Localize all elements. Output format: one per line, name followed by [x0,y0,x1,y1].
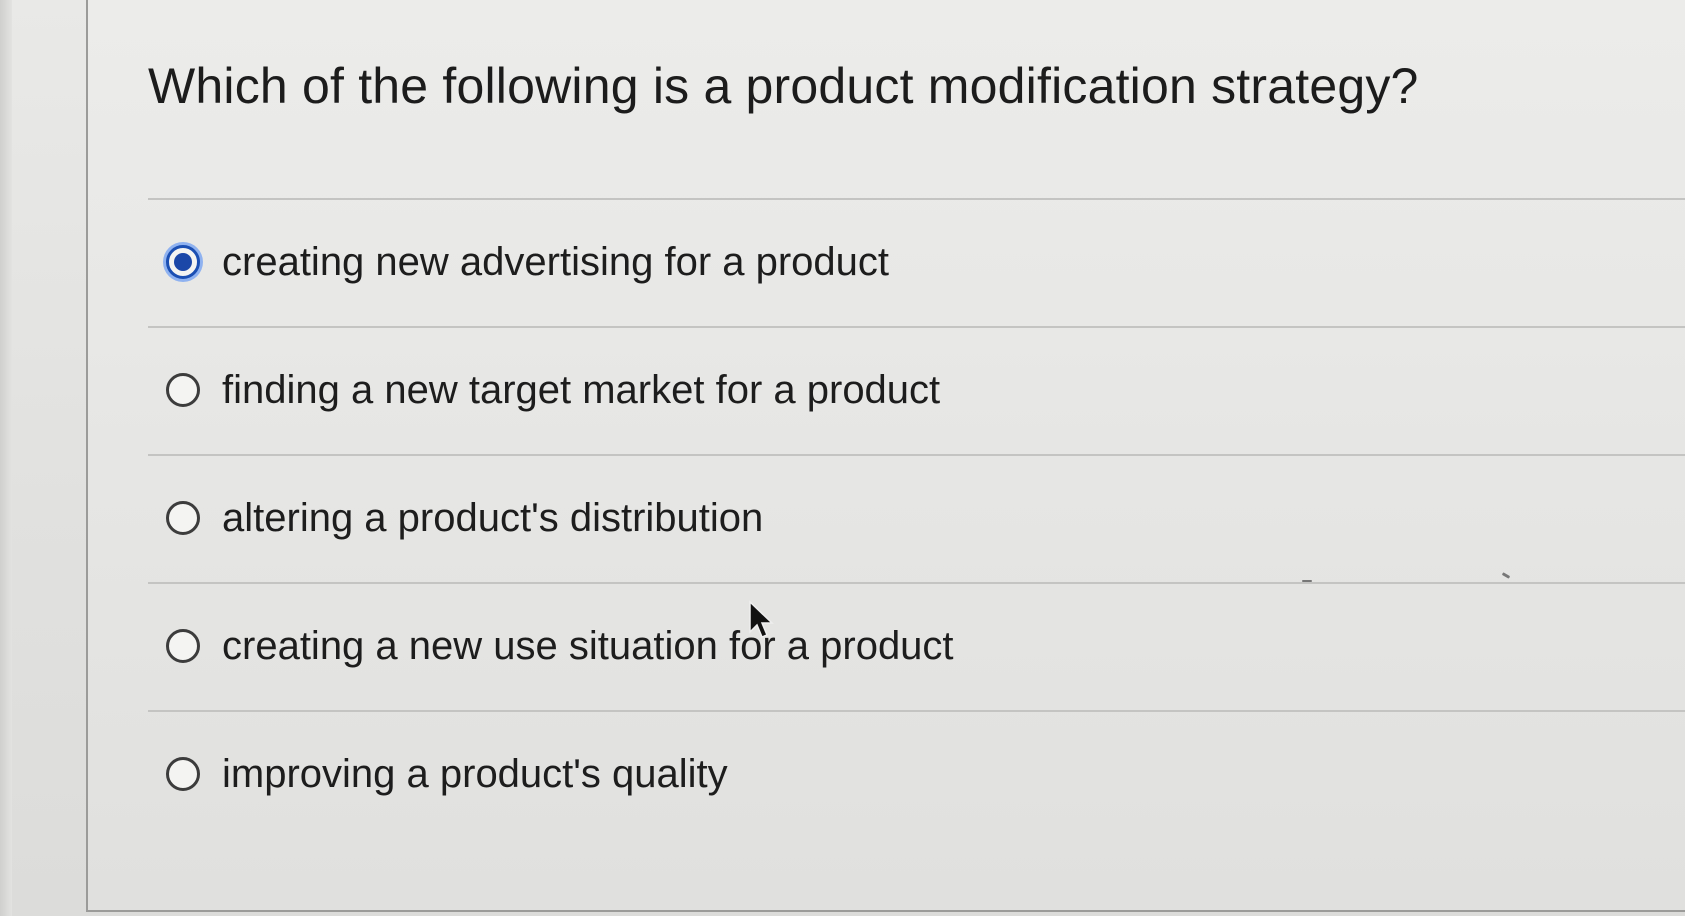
radio-button[interactable] [166,629,200,663]
answer-option-label: creating a new use situation for a produ… [222,624,954,668]
answer-option-1[interactable]: creating new advertising for a product [148,198,1685,326]
answer-option-3[interactable]: altering a product's distribution [148,454,1685,582]
answer-option-label: finding a new target market for a produc… [222,368,941,412]
radio-button[interactable] [166,501,200,535]
answer-option-label: improving a product's quality [222,752,728,796]
question-text: Which of the following is a product modi… [148,58,1419,114]
screen-speck [1302,580,1312,582]
mouse-pointer-icon [749,600,774,638]
screen-background: Which of the following is a product modi… [0,0,1685,916]
answer-option-label: creating new advertising for a product [222,240,890,284]
radio-button[interactable] [166,373,200,407]
answer-option-4[interactable]: creating a new use situation for a produ… [148,582,1685,710]
answer-options: creating new advertising for a product f… [148,198,1685,838]
answer-option-label: altering a product's distribution [222,496,764,540]
answer-option-5[interactable]: improving a product's quality [148,710,1685,838]
radio-button-selected[interactable] [166,245,200,279]
radio-button[interactable] [166,757,200,791]
screen-edge [0,0,12,916]
answer-option-2[interactable]: finding a new target market for a produc… [148,326,1685,454]
